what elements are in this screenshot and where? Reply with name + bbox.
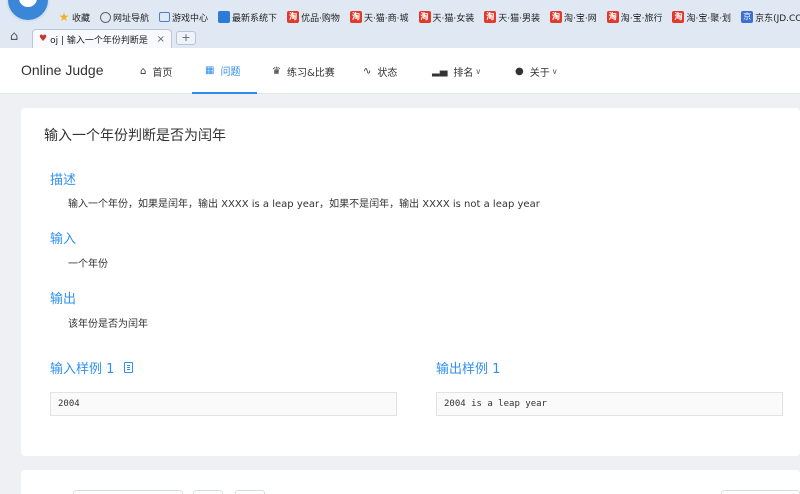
windows-icon xyxy=(218,11,231,23)
brand-logo[interactable]: Online Judge xyxy=(21,62,104,78)
bookmark-game-center[interactable]: 游戏中心 xyxy=(159,11,208,24)
reset-button[interactable] xyxy=(193,490,223,494)
submission-card xyxy=(21,470,800,494)
sample-output-heading: 输出样例 1 xyxy=(436,362,501,377)
chevron-down-icon: ∨ xyxy=(475,66,482,76)
theme-select[interactable] xyxy=(721,490,800,494)
chevron-down-icon: ∨ xyxy=(551,66,558,76)
home-icon: ⌂ xyxy=(140,65,147,77)
bookmark-taobao[interactable]: 淘淘·宝·网 xyxy=(550,11,597,24)
browser-logo-icon xyxy=(6,0,50,22)
new-tab-button[interactable]: + xyxy=(176,31,196,45)
close-icon[interactable]: × xyxy=(157,34,165,45)
globe-icon xyxy=(100,11,112,23)
settings-button[interactable] xyxy=(235,490,265,494)
info-icon: ● xyxy=(515,65,524,77)
taobao-icon: 淘 xyxy=(606,11,619,23)
bookmark-system[interactable]: 最新系统下 xyxy=(218,11,277,24)
nav-rank[interactable]: ▂▄ 排名 ∨ xyxy=(432,48,481,94)
top-navbar: Online Judge ⌂ 首页 ▦ 问题 ♛ 练习&比赛 ∿ 状态 ▂▄ 排名 ∨ ● 关… xyxy=(0,48,800,94)
bookmark-jd[interactable]: 京京东(JD.CO xyxy=(741,11,800,24)
nav-about[interactable]: ● 关于 ∨ xyxy=(515,48,558,94)
problem-card: 输入一个年份判断是否为闰年 描述 输入一个年份，如果是闰年，输出 XXXX is… xyxy=(21,108,800,456)
pulse-icon: ∿ xyxy=(363,65,372,77)
bookmark-favorites[interactable]: ★ 收藏 xyxy=(58,11,90,24)
input-text: 一个年份 xyxy=(68,259,108,270)
taobao-icon: 淘 xyxy=(550,11,562,23)
output-text: 该年份是否为闰年 xyxy=(68,319,148,330)
bookmark-tmall[interactable]: 淘天·猫·商·城 xyxy=(349,11,409,24)
bookmark-tmall-women[interactable]: 淘天·猫·女装 xyxy=(418,11,474,24)
output-heading: 输出 xyxy=(50,292,77,307)
sample-output-box: 2004 is a leap year xyxy=(436,392,783,416)
description-text: 输入一个年份，如果是闰年，输出 XXXX is a leap year，如果不是… xyxy=(68,199,540,210)
favicon-icon: ♥ xyxy=(39,34,48,44)
nav-home[interactable]: ⌂ 首页 xyxy=(140,48,172,94)
problem-title: 输入一个年份判断是否为闰年 xyxy=(44,128,226,144)
sample-input-box: 2004 xyxy=(50,392,397,416)
taobao-icon: 淘 xyxy=(349,11,362,23)
browser-chrome: ★ 收藏 网址导航 游戏中心 最新系统下 淘优品·购物 淘天·猫·商·城 淘天·猫… xyxy=(0,0,800,48)
grid-icon: ▦ xyxy=(205,64,215,76)
taobao-icon: 淘 xyxy=(484,11,497,23)
sample-input-heading: 输入样例 1 xyxy=(50,358,134,377)
nav-problems[interactable]: ▦ 问题 xyxy=(192,48,257,94)
nav-contests[interactable]: ♛ 练习&比赛 xyxy=(272,48,335,94)
description-heading: 描述 xyxy=(50,173,77,188)
bookmarks-bar: ★ 收藏 网址导航 游戏中心 最新系统下 淘优品·购物 淘天·猫·商·城 淘天·猫… xyxy=(58,9,800,25)
taobao-icon: 淘 xyxy=(418,11,431,23)
tab-bar: ⌂ ♥ oj | 输入一个年份判断是 × + xyxy=(0,27,800,48)
home-icon[interactable]: ⌂ xyxy=(10,30,18,44)
jd-icon: 京 xyxy=(741,11,754,23)
input-heading: 输入 xyxy=(50,232,77,247)
bookmark-site-nav[interactable]: 网址导航 xyxy=(100,11,149,24)
bookmark-juhuasuan[interactable]: 淘淘·宝·聚·划 xyxy=(672,11,731,24)
bar-chart-icon: ▂▄ xyxy=(432,65,448,77)
star-icon: ★ xyxy=(58,10,70,24)
nav-status[interactable]: ∿ 状态 xyxy=(363,48,397,94)
taobao-icon: 淘 xyxy=(672,11,685,23)
copy-icon[interactable] xyxy=(124,362,134,373)
trophy-icon: ♛ xyxy=(272,65,281,77)
browser-tab[interactable]: ♥ oj | 输入一个年份判断是 × xyxy=(32,29,172,48)
language-select[interactable] xyxy=(73,490,183,494)
tab-title: oj | 输入一个年份判断是 xyxy=(50,35,148,46)
bookmark-youpin[interactable]: 淘优品·购物 xyxy=(287,11,340,24)
bookmark-taobao-travel[interactable]: 淘淘·宝·旅行 xyxy=(606,11,662,24)
game-icon xyxy=(159,12,171,22)
taobao-icon: 淘 xyxy=(287,11,300,23)
bookmark-tmall-men[interactable]: 淘天·猫·男装 xyxy=(484,11,540,24)
